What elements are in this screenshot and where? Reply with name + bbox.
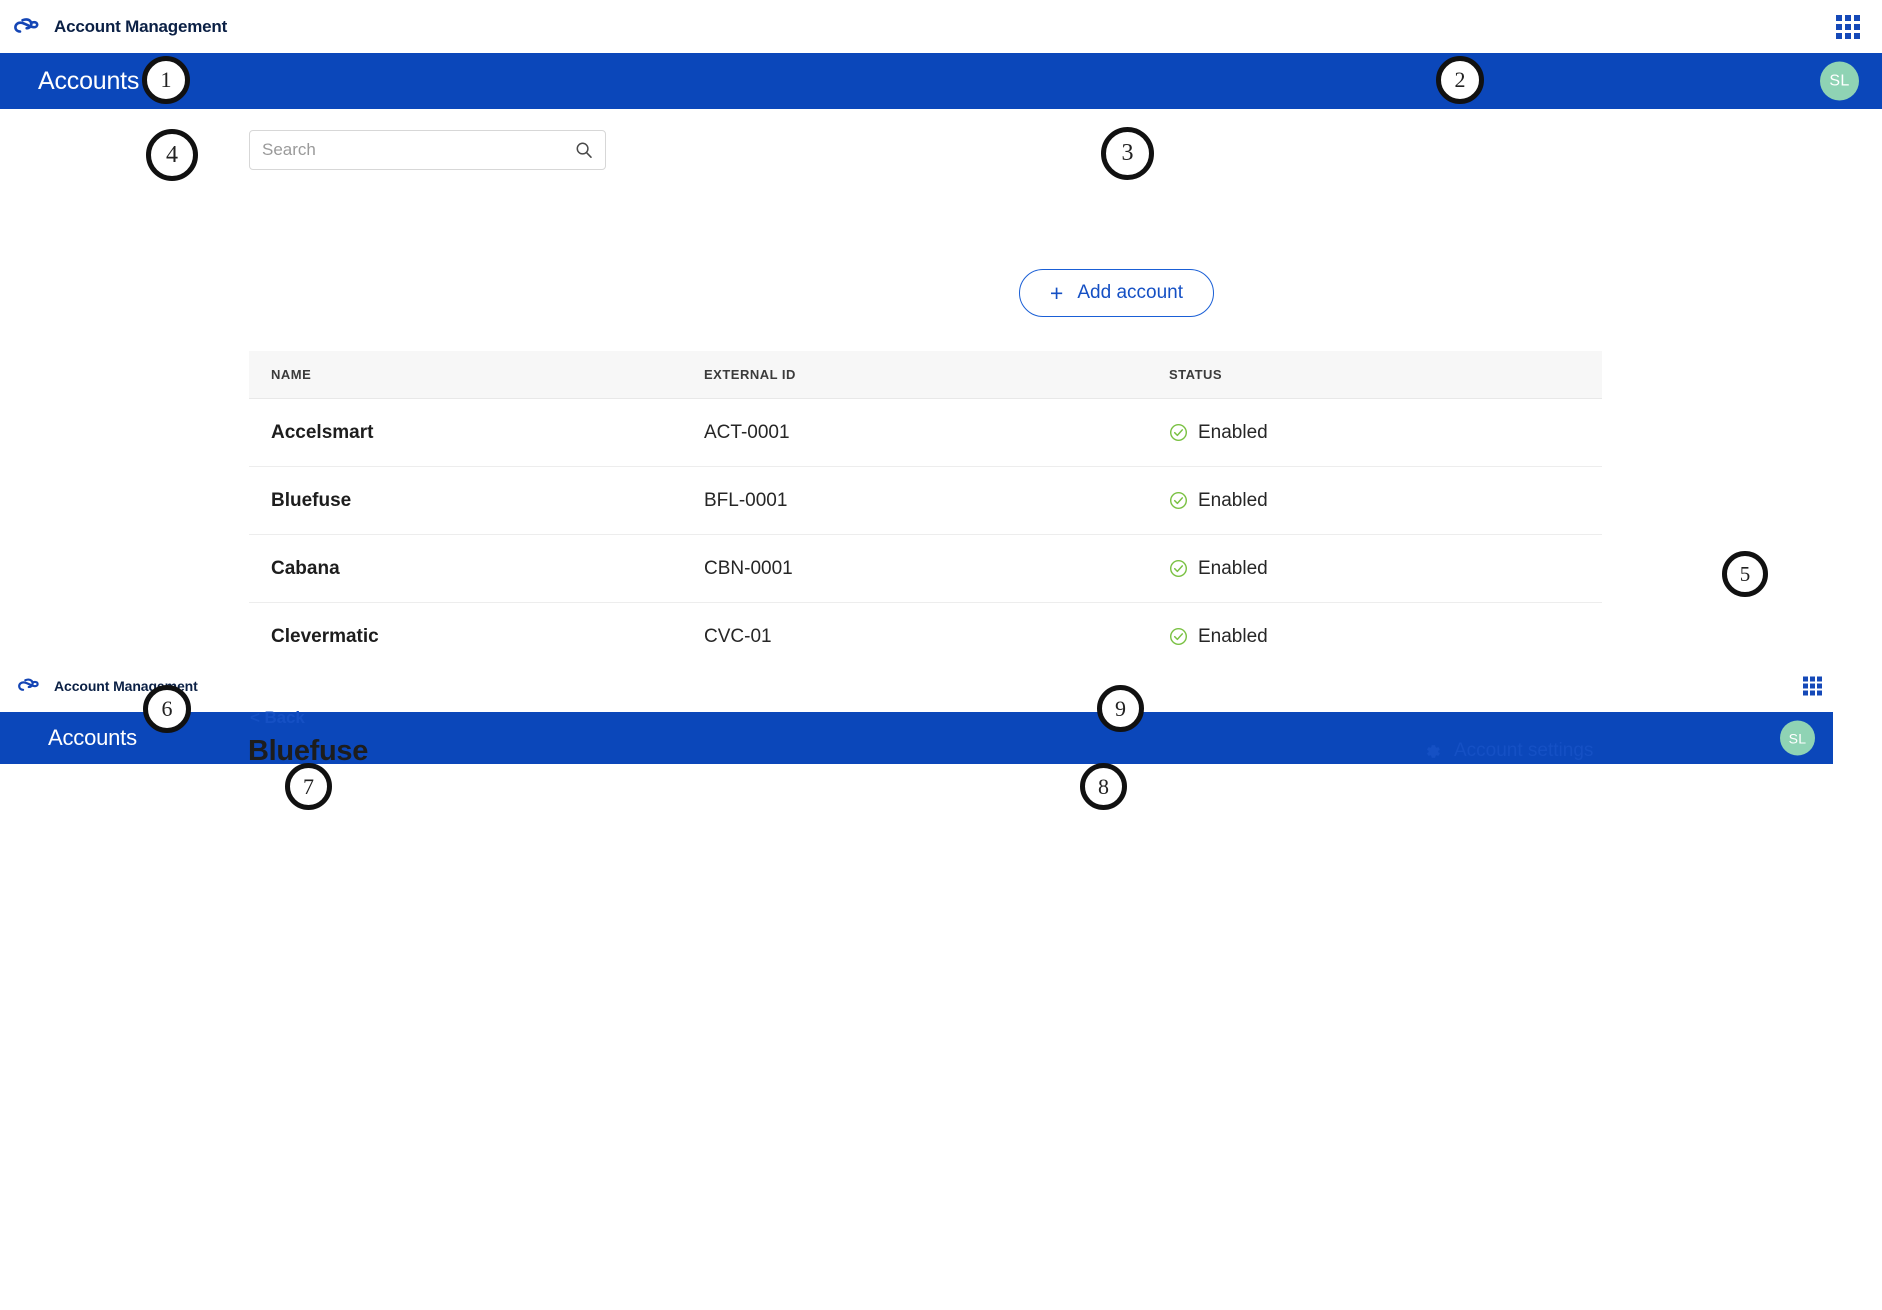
- page-title: Accounts: [38, 66, 140, 95]
- status-label: Enabled: [1198, 421, 1268, 443]
- cell-external-id: BFL-0001: [704, 489, 788, 511]
- callout-badge-6: 6: [143, 685, 191, 733]
- callout-badge-3: 3: [1101, 127, 1154, 180]
- cell-external-id: CVC-01: [704, 625, 772, 647]
- cell-external-id: CBN-0001: [704, 557, 793, 579]
- table-row[interactable]: Accelsmart ACT-0001 Enabled: [249, 399, 1602, 467]
- callout-badge-9: 9: [1097, 685, 1144, 732]
- accounts-list-screen: Account Management Accounts SL +: [0, 0, 1882, 739]
- column-header-name: NAME: [271, 366, 312, 382]
- cell-external-id: ACT-0001: [704, 421, 790, 443]
- account-settings-label: Account settings: [1454, 740, 1594, 761]
- check-circle-icon: [1169, 423, 1188, 442]
- brand-swirl-icon: [18, 675, 40, 697]
- status-label: Enabled: [1198, 625, 1268, 647]
- brand-swirl-icon: [14, 14, 40, 40]
- table-row[interactable]: Bluefuse BFL-0001 Enabled: [249, 467, 1602, 535]
- cell-account-name: Cabana: [271, 557, 340, 579]
- top-app-bar-2: Account Management: [0, 660, 1833, 712]
- cell-account-name: Bluefuse: [271, 489, 352, 511]
- callout-badge-7: 7: [285, 763, 332, 810]
- callout-badge-8: 8: [1080, 763, 1127, 810]
- status-label: Enabled: [1198, 557, 1268, 579]
- column-header-status: STATUS: [1169, 366, 1223, 382]
- app-grid-icon[interactable]: [1836, 14, 1860, 39]
- plus-icon: +: [1049, 279, 1064, 306]
- back-link[interactable]: < Back: [250, 708, 305, 728]
- status-badge: Enabled: [1169, 490, 1602, 512]
- check-circle-icon: [1169, 491, 1188, 510]
- screenshot-root: Account Management Accounts SL +: [0, 0, 1882, 1310]
- top-app-bar: Account Management: [0, 0, 1882, 53]
- app-title: Account Management: [54, 16, 228, 36]
- avatar[interactable]: SL: [1820, 61, 1859, 101]
- gear-icon: [1423, 742, 1442, 761]
- status-label: Enabled: [1198, 489, 1268, 511]
- callout-badge-1: 1: [142, 56, 190, 104]
- account-settings-link[interactable]: Account settings: [1423, 740, 1593, 762]
- page-title: Accounts: [48, 725, 137, 750]
- avatar[interactable]: SL: [1780, 720, 1815, 756]
- column-header-external-id: EXTERNAL ID: [704, 366, 796, 382]
- callout-badge-5: 5: [1722, 551, 1768, 597]
- search-icon: [575, 141, 593, 159]
- add-account-label: Add account: [1077, 282, 1183, 303]
- search-box[interactable]: [249, 130, 606, 170]
- search-input[interactable]: [262, 140, 575, 160]
- check-circle-icon: [1169, 559, 1188, 578]
- accounts-table-header: NAME EXTERNAL ID STATUS: [249, 351, 1602, 399]
- account-detail-screen: Account Management Accounts SL < Back Bl…: [0, 660, 1882, 1310]
- check-circle-icon: [1169, 627, 1188, 646]
- accounts-blue-bar: Accounts SL: [0, 53, 1882, 109]
- add-account-button[interactable]: + Add account: [1018, 269, 1214, 317]
- callout-badge-4: 4: [146, 129, 198, 181]
- cell-account-name: Clevermatic: [271, 625, 379, 647]
- app-grid-icon[interactable]: [1803, 676, 1822, 696]
- status-badge: Enabled: [1169, 626, 1602, 648]
- cell-account-name: Accelsmart: [271, 421, 374, 443]
- status-badge: Enabled: [1169, 422, 1602, 444]
- callout-badge-2: 2: [1436, 56, 1484, 104]
- status-badge: Enabled: [1169, 558, 1602, 580]
- table-row[interactable]: Cabana CBN-0001 Enabled: [249, 535, 1602, 603]
